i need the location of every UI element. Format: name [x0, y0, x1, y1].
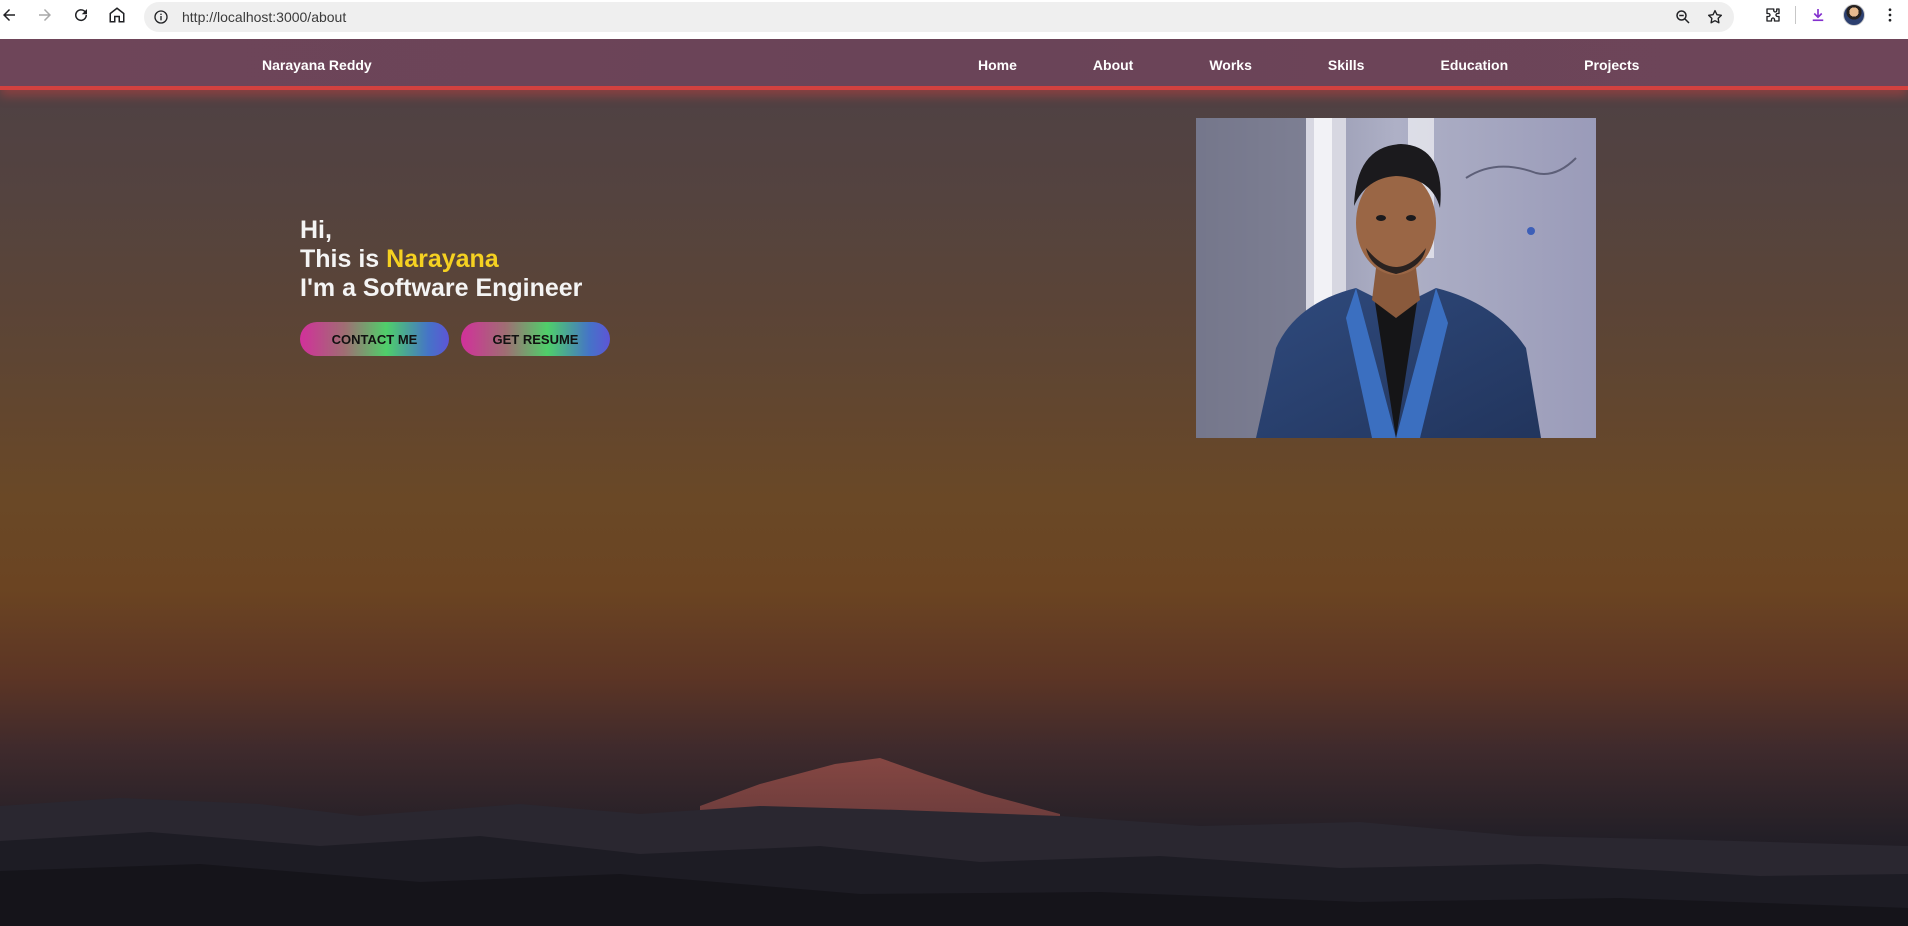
- toolbar-separator: [1795, 6, 1796, 24]
- nav-link-about[interactable]: About: [1055, 57, 1171, 73]
- hero-actions: CONTACT ME GET RESUME: [300, 322, 610, 356]
- page-viewport: Narayana Reddy Home About Works Skills E…: [0, 39, 1908, 926]
- browser-actions: [1755, 0, 1908, 30]
- get-resume-button[interactable]: GET RESUME: [461, 322, 610, 356]
- contact-me-button[interactable]: CONTACT ME: [300, 322, 449, 356]
- home-button[interactable]: [99, 0, 135, 34]
- zoom-icon[interactable]: [1674, 8, 1692, 26]
- back-button[interactable]: [0, 0, 27, 34]
- hero-heading: Hi, This is Narayana I'm a Software Engi…: [300, 216, 582, 303]
- address-bar[interactable]: http://localhost:3000/about: [144, 2, 1734, 32]
- browser-menu-button[interactable]: [1872, 0, 1908, 30]
- hero-intro: This is Narayana: [300, 245, 582, 274]
- nav-link-works[interactable]: Works: [1171, 57, 1290, 73]
- nav-link-skills[interactable]: Skills: [1290, 57, 1403, 73]
- profile-photo: [1196, 118, 1596, 438]
- extensions-button[interactable]: [1755, 0, 1791, 30]
- extensions-icon: [1766, 8, 1780, 22]
- nav-links: Home About Works Skills Education Projec…: [940, 39, 1677, 90]
- brand-name[interactable]: Narayana Reddy: [262, 39, 372, 90]
- hero-role: I'm a Software Engineer: [300, 274, 583, 302]
- nav-link-home[interactable]: Home: [940, 57, 1055, 73]
- home-icon: [109, 6, 125, 22]
- nav-link-projects[interactable]: Projects: [1546, 57, 1677, 73]
- reload-button[interactable]: [63, 0, 99, 34]
- forward-button[interactable]: [27, 0, 63, 34]
- mountain-background: [0, 758, 1908, 926]
- profile-avatar: [1843, 4, 1865, 26]
- address-bar-actions: [1674, 2, 1724, 32]
- hero-name: Narayana: [386, 245, 499, 273]
- reload-icon: [75, 8, 88, 21]
- profile-photo-illustration: [1196, 118, 1596, 438]
- nav-link-education[interactable]: Education: [1402, 57, 1546, 73]
- url-text[interactable]: http://localhost:3000/about: [182, 9, 346, 25]
- profile-button[interactable]: [1836, 0, 1872, 30]
- menu-kebab-icon: [1888, 8, 1892, 22]
- hero-intro-prefix: This is: [300, 245, 387, 273]
- site-navbar: Narayana Reddy Home About Works Skills E…: [0, 39, 1908, 90]
- back-arrow-icon: [3, 8, 15, 21]
- browser-toolbar: http://localhost:3000/about: [0, 0, 1908, 39]
- bookmark-star-icon[interactable]: [1706, 8, 1724, 26]
- download-icon: [1812, 9, 1824, 22]
- forward-arrow-icon: [39, 8, 51, 21]
- downloads-button[interactable]: [1800, 0, 1836, 30]
- site-info-icon[interactable]: [152, 8, 170, 26]
- hero-greeting: Hi,: [300, 216, 332, 244]
